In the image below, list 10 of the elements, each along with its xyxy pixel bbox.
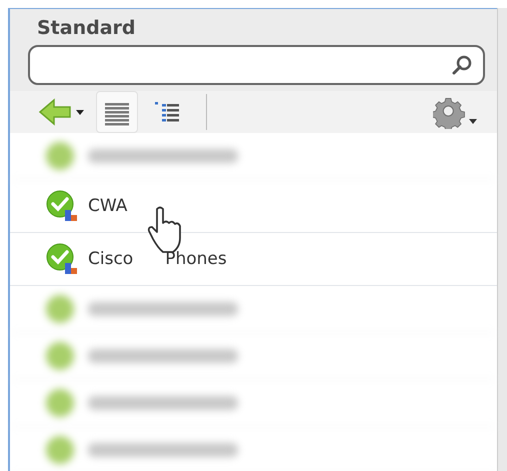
search-field[interactable] [28, 45, 485, 85]
list-item-label[interactable]: Cisco [88, 249, 134, 269]
gear-dropdown-icon[interactable] [433, 95, 479, 129]
available-status-icon [46, 190, 78, 222]
list-item-label[interactable]: Phones [165, 249, 227, 269]
list-item-label[interactable]: CWA [88, 196, 128, 216]
list-view-button[interactable] [96, 91, 138, 133]
panel-title: Standard [36, 17, 137, 39]
available-status-icon [46, 243, 78, 275]
search-icon[interactable] [451, 54, 473, 76]
